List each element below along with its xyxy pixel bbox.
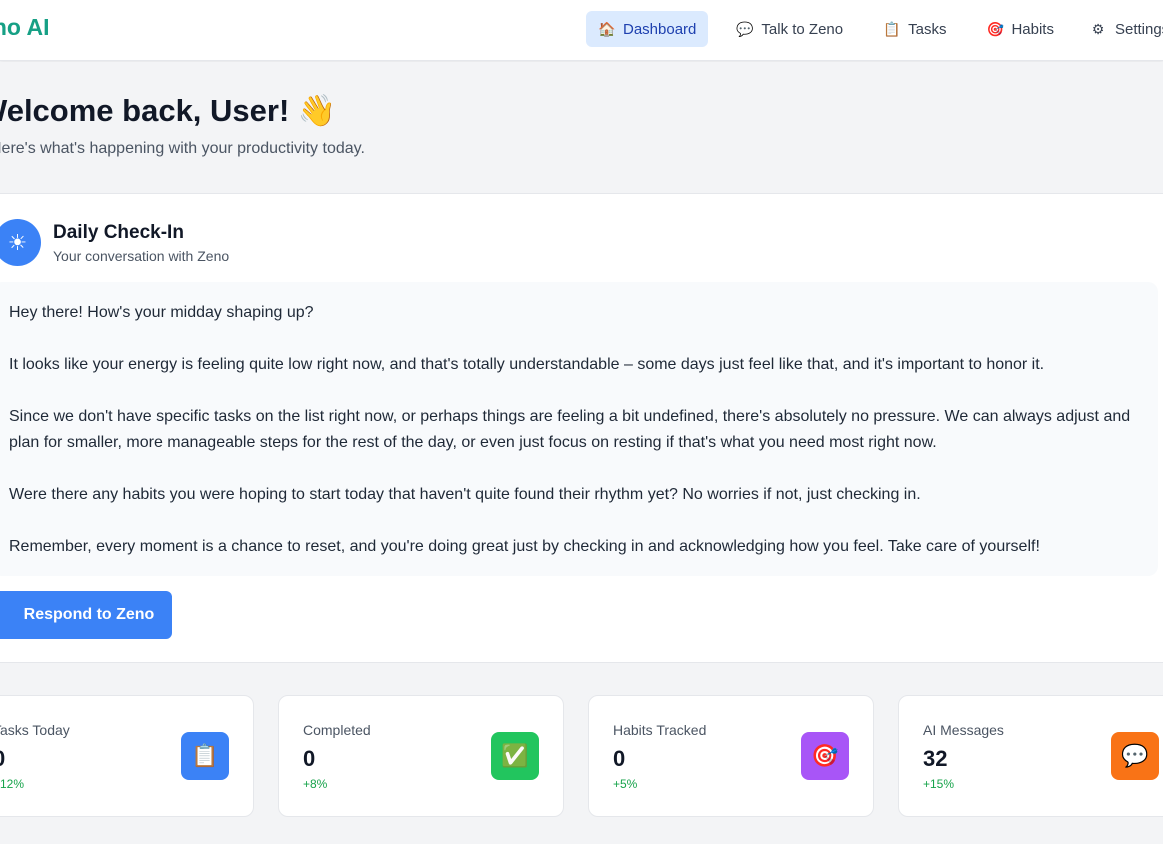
nav-item-talk-to-zeno[interactable]: 💬 Talk to Zeno	[724, 11, 855, 47]
top-navigation-bar: Zeno AI 🏠 Dashboard 💬 Talk to Zeno 📋 Tas…	[0, 0, 1163, 61]
stat-change: +12%	[0, 777, 25, 791]
nav-label: Settings	[1114, 20, 1163, 38]
stat-label: Tasks Today	[0, 722, 70, 738]
checkin-subtitle: Your conversation with Zeno	[53, 248, 230, 264]
message-paragraph: Remember, every moment is a chance to re…	[9, 538, 1040, 555]
stat-card-completed: Completed 0 +8% ✅	[278, 695, 564, 817]
home-icon: 🏠	[598, 20, 616, 37]
nav-item-tasks[interactable]: 📋 Tasks	[871, 11, 958, 47]
clipboard-icon: 📋	[883, 20, 901, 37]
stat-label: AI Messages	[923, 722, 1004, 738]
nav-label: Dashboard	[623, 20, 697, 38]
stat-value: 0	[0, 746, 5, 772]
respond-to-zeno-button[interactable]: Respond to Zeno	[0, 591, 172, 639]
stat-change: +15%	[923, 777, 955, 791]
nav-item-habits[interactable]: 🎯 Habits	[974, 11, 1066, 47]
target-icon: 🎯	[801, 732, 849, 780]
nav-label: Talk to Zeno	[761, 20, 844, 38]
stat-label: Completed	[303, 722, 371, 738]
page-title: Welcome back, User! 👋	[0, 93, 337, 128]
stat-value: 0	[303, 746, 316, 771]
stat-label: Habits Tracked	[613, 722, 707, 738]
stat-value: 0	[613, 746, 626, 771]
nav-item-settings[interactable]: ⚙ Settings	[1082, 11, 1163, 47]
stat-change: +8%	[303, 777, 328, 791]
check-icon: ✅	[491, 732, 539, 780]
stat-change: +5%	[613, 777, 638, 791]
sun-icon: ☀	[0, 219, 41, 266]
brand-logo[interactable]: Zeno AI	[0, 14, 49, 41]
stat-value: 32	[923, 746, 948, 771]
target-icon: 🎯	[986, 20, 1004, 37]
zeno-message: Hey there! How's your midday shaping up?…	[0, 282, 1158, 576]
clipboard-icon: 📋	[181, 732, 229, 780]
chat-bubble-icon: 💬	[1111, 732, 1159, 780]
nav-label: Habits	[1011, 20, 1054, 38]
gear-icon: ⚙	[1091, 20, 1105, 37]
stat-card-ai-messages: AI Messages 32 +15% 💬	[898, 695, 1163, 817]
message-paragraph: Hey there! How's your midday shaping up?	[9, 304, 314, 321]
chat-bubble-icon: 💬	[736, 20, 754, 37]
welcome-section: Welcome back, User! 👋 Here's what's happ…	[0, 62, 1163, 193]
main-nav: 🏠 Dashboard 💬 Talk to Zeno 📋 Tasks 🎯 Hab…	[586, 11, 1163, 47]
nav-label: Tasks	[908, 20, 947, 38]
message-paragraph: It looks like your energy is feeling qui…	[9, 356, 1045, 373]
message-paragraph: Were there any habits you were hoping to…	[9, 486, 921, 503]
stat-card-habits-tracked: Habits Tracked 0 +5% 🎯	[588, 695, 874, 817]
stat-card-tasks-today: Tasks Today 0 +12% 📋	[0, 695, 254, 817]
page-subtitle: Here's what's happening with your produc…	[0, 140, 365, 157]
checkin-title: Daily Check-In	[53, 222, 184, 243]
message-paragraph: Since we don't have specific tasks on th…	[9, 408, 1131, 451]
nav-item-dashboard[interactable]: 🏠 Dashboard	[586, 11, 709, 47]
daily-checkin-card: ☀ Daily Check-In Your conversation with …	[0, 193, 1163, 663]
